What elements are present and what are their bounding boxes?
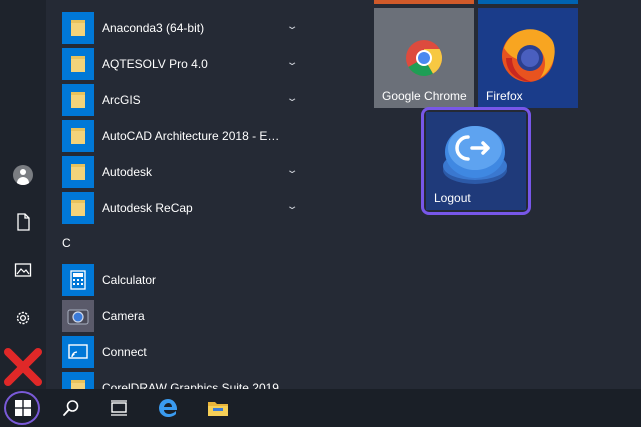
chevron-down-icon[interactable]: ⌄ xyxy=(286,57,299,68)
edge-icon xyxy=(159,399,178,417)
app-label: Camera xyxy=(102,309,145,323)
start-button[interactable] xyxy=(0,389,46,427)
tile-label: Firefox xyxy=(486,89,523,103)
picture-icon xyxy=(14,263,32,277)
file-explorer-button[interactable] xyxy=(195,389,241,427)
partial-tile-top-left[interactable] xyxy=(374,0,474,4)
folder-icon xyxy=(62,48,94,80)
app-item-autocad-architecture[interactable]: AutoCAD Architecture 2018 - En... xyxy=(62,118,308,154)
folder-icon xyxy=(62,156,94,188)
start-menu-rail xyxy=(0,0,46,389)
chevron-down-icon[interactable]: ⌄ xyxy=(286,21,299,32)
app-item-coreldraw[interactable]: CorelDRAW Graphics Suite 2019 xyxy=(62,370,308,389)
task-view-button[interactable] xyxy=(96,389,142,427)
app-item-autodesk[interactable]: Autodesk ⌄ xyxy=(62,154,308,190)
task-view-icon xyxy=(111,400,127,416)
settings-button[interactable] xyxy=(0,298,46,338)
gear-icon xyxy=(16,311,30,325)
pictures-button[interactable] xyxy=(0,250,46,290)
app-label: Autodesk ReCap xyxy=(102,201,193,215)
taskbar xyxy=(0,389,641,427)
app-item-arcgis[interactable]: ArcGIS ⌄ xyxy=(62,82,308,118)
folder-icon xyxy=(62,12,94,44)
chevron-down-icon[interactable]: ⌄ xyxy=(286,201,299,212)
tile-label: Google Chrome xyxy=(382,89,467,103)
app-label: Calculator xyxy=(102,273,157,287)
app-label: CorelDRAW Graphics Suite 2019 xyxy=(102,381,279,389)
app-label: Anaconda3 (64-bit) xyxy=(102,21,205,35)
search-button[interactable] xyxy=(48,389,94,427)
start-highlight-ring xyxy=(4,391,40,425)
app-item-camera[interactable]: Camera xyxy=(62,298,308,334)
connect-icon xyxy=(62,336,94,368)
app-item-autodesk-recap[interactable]: Autodesk ReCap ⌄ xyxy=(62,190,308,226)
app-label: AutoCAD Architecture 2018 - En... xyxy=(102,129,282,143)
app-label: Autodesk xyxy=(102,165,153,179)
google-chrome-tile[interactable]: Google Chrome xyxy=(374,8,474,108)
firefox-icon xyxy=(502,29,555,82)
app-label: Connect xyxy=(102,345,147,359)
search-icon xyxy=(63,400,79,416)
folder-icon xyxy=(62,120,94,152)
folder-icon xyxy=(62,372,94,389)
user-account-button[interactable] xyxy=(0,155,46,195)
app-item-connect[interactable]: Connect xyxy=(62,334,308,370)
camera-icon xyxy=(62,300,94,332)
red-x-icon xyxy=(4,348,42,386)
app-list[interactable]: Anaconda3 (64-bit) ⌄ AQTESOLV Pro 4.0 ⌄ … xyxy=(46,0,308,389)
folder-icon xyxy=(62,84,94,116)
chevron-down-icon[interactable]: ⌄ xyxy=(286,93,299,104)
app-label: AQTESOLV Pro 4.0 xyxy=(102,57,208,71)
logout-highlight-outline xyxy=(421,107,531,215)
section-header-c[interactable]: C xyxy=(62,236,71,250)
chrome-icon xyxy=(406,40,443,77)
partial-tile-top-right[interactable] xyxy=(478,0,578,4)
calculator-icon xyxy=(62,264,94,296)
edge-button[interactable] xyxy=(145,389,191,427)
document-icon xyxy=(17,213,30,231)
folder-icon xyxy=(62,192,94,224)
app-label: ArcGIS xyxy=(102,93,141,107)
app-item-anaconda3[interactable]: Anaconda3 (64-bit) ⌄ xyxy=(62,10,308,46)
file-explorer-icon xyxy=(208,402,228,416)
documents-button[interactable] xyxy=(0,202,46,242)
chevron-down-icon[interactable]: ⌄ xyxy=(286,165,299,176)
app-item-aqtesolv[interactable]: AQTESOLV Pro 4.0 ⌄ xyxy=(62,46,308,82)
user-avatar-icon xyxy=(13,165,33,185)
firefox-tile[interactable]: Firefox xyxy=(478,8,578,108)
app-item-calculator[interactable]: Calculator xyxy=(62,262,308,298)
